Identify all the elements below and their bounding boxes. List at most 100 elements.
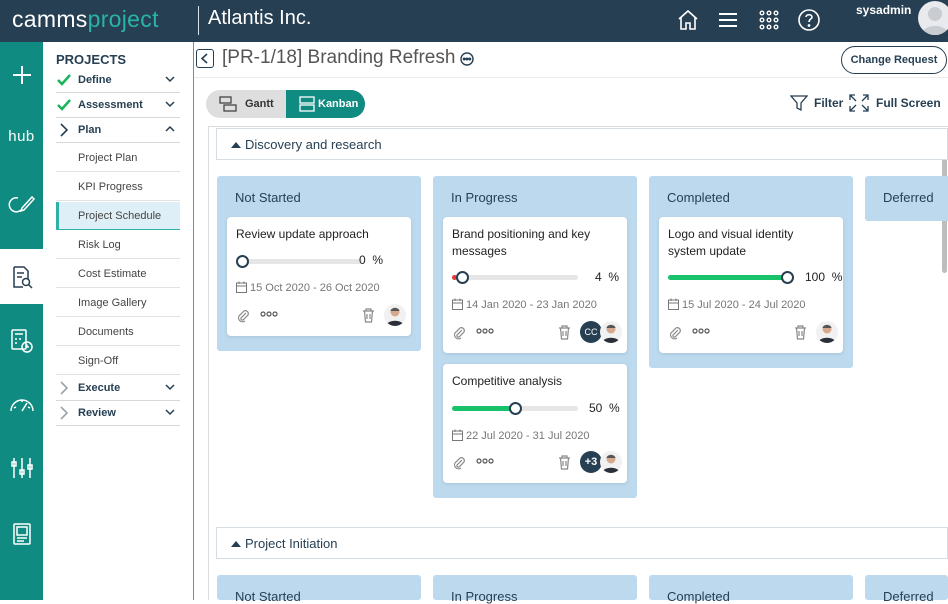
apps-grid-icon[interactable]	[757, 8, 781, 32]
hub-icon[interactable]: hub	[0, 114, 43, 158]
task-title: Review update approach	[236, 227, 369, 241]
expand-icon	[849, 94, 869, 112]
calendar-icon	[452, 429, 463, 441]
gantt-view-button[interactable]: Gantt	[206, 90, 286, 118]
attachment-icon[interactable]	[236, 309, 250, 323]
nav-item-documents[interactable]: Documents	[56, 318, 180, 346]
assignee-avatar[interactable]	[600, 321, 622, 343]
column-completed: Completed	[649, 575, 853, 604]
more-options-icon[interactable]	[476, 458, 494, 464]
task-title: Competitive analysis	[452, 374, 563, 388]
chevron-down-icon	[165, 409, 175, 416]
assignee-avatar[interactable]	[384, 304, 406, 326]
task-title: Logo and visual identity system update	[668, 227, 794, 258]
collapse-caret-icon	[231, 142, 241, 148]
delete-icon[interactable]	[794, 325, 807, 340]
user-name[interactable]: sysadmin	[856, 3, 911, 17]
calendar-icon	[236, 281, 247, 293]
column-not-started: Not Started	[217, 575, 421, 604]
nav-item-project-schedule[interactable]: Project Schedule	[56, 202, 180, 230]
nav-section-assessment[interactable]: Assessment	[56, 94, 180, 118]
back-button[interactable]	[196, 49, 214, 68]
task-title: Brand positioning and key messages	[452, 227, 591, 258]
page-title: [PR-1/18] Branding Refresh	[222, 47, 456, 68]
task-card[interactable]: Review update approach 0 % 15 Oct 2020 -…	[227, 217, 411, 336]
progress-percent: 4 %	[594, 270, 619, 284]
nav-item-image-gallery[interactable]: Image Gallery	[56, 289, 180, 317]
card-actions	[236, 304, 406, 327]
header-divider-line	[194, 77, 948, 78]
view-toggle: Gantt Kanban	[206, 90, 365, 118]
nav-item-sign-off[interactable]: Sign-Off	[56, 347, 180, 375]
more-options-icon[interactable]	[692, 328, 710, 334]
assignee-initials[interactable]: CC	[580, 321, 602, 343]
change-request-button[interactable]: Change Request	[841, 46, 947, 74]
nav-section-execute[interactable]: Execute	[56, 377, 180, 401]
sliders-icon[interactable]	[0, 446, 43, 490]
app-logo[interactable]: cammsproject	[12, 6, 159, 33]
nav-section-plan[interactable]: Plan	[56, 119, 180, 143]
delete-icon[interactable]	[558, 455, 571, 470]
help-icon[interactable]	[797, 8, 821, 32]
progress-percent: 0 %	[358, 253, 383, 267]
more-options-icon[interactable]	[476, 328, 494, 334]
column-in-progress: In Progress	[433, 575, 637, 604]
filter-button[interactable]: Filter	[789, 94, 843, 115]
attachment-icon[interactable]	[668, 326, 682, 340]
icon-rail: hub	[0, 42, 43, 600]
add-icon[interactable]	[0, 53, 43, 97]
task-card[interactable]: Logo and visual identity system update 1…	[659, 217, 843, 353]
more-options-icon[interactable]	[260, 311, 278, 317]
chevron-down-icon	[165, 384, 175, 391]
progress-bar[interactable]	[452, 271, 578, 284]
delete-icon[interactable]	[362, 308, 375, 323]
gauge-icon[interactable]	[0, 382, 43, 426]
edit-icon[interactable]	[0, 182, 43, 226]
attachment-icon[interactable]	[452, 456, 466, 470]
home-icon[interactable]	[676, 8, 700, 32]
kanban-icon	[299, 96, 315, 112]
chevron-down-icon	[165, 76, 175, 83]
progress-percent: 100 %	[805, 270, 843, 284]
company-name: Atlantis Inc.	[208, 7, 312, 29]
check-icon	[57, 99, 71, 111]
progress-bar[interactable]	[452, 402, 578, 415]
chevron-right-icon	[60, 123, 69, 137]
nav-section-review[interactable]: Review	[56, 402, 180, 426]
chevron-right-icon	[60, 381, 69, 395]
more-assignees-badge[interactable]: +3	[580, 451, 602, 473]
task-card[interactable]: Brand positioning and key messages 4 % 1…	[443, 217, 627, 353]
report-icon[interactable]	[0, 512, 43, 556]
calendar-icon	[668, 298, 679, 310]
full-screen-button[interactable]: Full Screen	[849, 94, 941, 115]
nav-item-cost-estimate[interactable]: Cost Estimate	[56, 260, 180, 288]
card-actions: +3	[452, 451, 622, 474]
nav-item-risk-log[interactable]: Risk Log	[56, 231, 180, 259]
check-icon	[57, 74, 71, 86]
card-actions	[668, 321, 838, 344]
nav-title: PROJECTS	[56, 52, 127, 67]
progress-bar[interactable]	[236, 255, 362, 268]
nav-item-kpi-progress[interactable]: KPI Progress	[56, 173, 180, 201]
menu-icon[interactable]	[716, 8, 740, 32]
delete-icon[interactable]	[558, 325, 571, 340]
user-avatar[interactable]	[918, 1, 948, 35]
attachment-icon[interactable]	[452, 326, 466, 340]
nav-item-project-plan[interactable]: Project Plan	[56, 144, 180, 172]
comment-icon[interactable]	[460, 52, 474, 66]
group-header-project-initiation[interactable]: Project Initiation	[216, 527, 948, 559]
progress-bar[interactable]	[668, 271, 794, 284]
collapse-caret-icon	[231, 541, 241, 547]
kanban-view-button[interactable]: Kanban	[286, 90, 365, 118]
task-card[interactable]: Competitive analysis 50 % 22 Jul 2020 - …	[443, 364, 627, 483]
group-header-discovery[interactable]: Discovery and research	[216, 128, 948, 160]
top-bar: cammsproject Atlantis Inc. sysadmin	[0, 0, 948, 42]
assignee-avatar[interactable]	[816, 321, 838, 343]
assignee-avatar[interactable]	[600, 451, 622, 473]
document-search-icon[interactable]	[0, 249, 43, 304]
projects-nav: PROJECTS Define Assessment Plan Project …	[43, 42, 194, 600]
gantt-icon	[219, 96, 237, 112]
nav-section-define[interactable]: Define	[56, 69, 180, 93]
calculator-clock-icon[interactable]	[0, 319, 43, 363]
calendar-icon	[452, 298, 463, 310]
